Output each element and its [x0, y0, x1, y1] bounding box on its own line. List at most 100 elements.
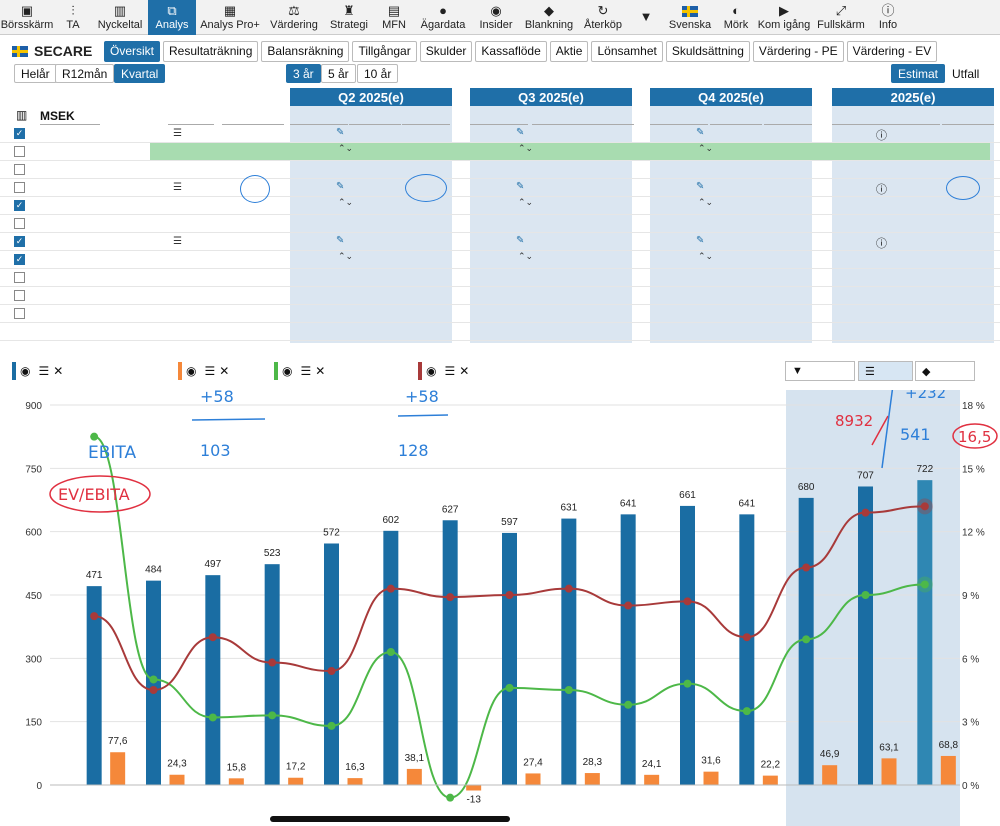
- nav-kom-igång[interactable]: ▶ Kom igång: [756, 0, 812, 35]
- chart-toggle-icon[interactable]: ▥: [16, 108, 27, 122]
- nav-analys-pro-[interactable]: ▦ Analys Pro+: [196, 0, 264, 35]
- series-point[interactable]: [683, 679, 692, 688]
- range-5y-button[interactable]: 5 år: [321, 64, 356, 83]
- nav-mfn[interactable]: ▤ MFN: [374, 0, 414, 35]
- series-point[interactable]: [564, 584, 573, 593]
- series-point[interactable]: [149, 686, 158, 694]
- series-point[interactable]: [505, 591, 514, 599]
- tab-skuldsättning[interactable]: Skuldsättning: [665, 40, 750, 62]
- editable-estimate-cell[interactable]: [650, 215, 708, 233]
- stepper-icon[interactable]: ⌃⌄: [698, 144, 713, 153]
- revenue-bar[interactable]: [383, 530, 399, 785]
- revenue-bar[interactable]: [205, 575, 221, 785]
- tab-skulder[interactable]: Skulder: [419, 40, 473, 62]
- legend-item[interactable]: ◉ ☰ ✕: [274, 361, 325, 381]
- editable-estimate-cell[interactable]: [470, 323, 528, 341]
- nav-ta[interactable]: ⫶ TA: [54, 0, 92, 35]
- stack-icon[interactable]: ☰: [444, 364, 455, 378]
- series-point[interactable]: [742, 707, 751, 716]
- revenue-bar[interactable]: [620, 514, 636, 785]
- profit-bar[interactable]: [466, 785, 482, 791]
- series-point[interactable]: [386, 584, 395, 593]
- nav-blankning[interactable]: ◆ Blankning: [520, 0, 578, 35]
- range-10y-button[interactable]: 10 år: [357, 64, 399, 83]
- series-point[interactable]: [920, 502, 929, 511]
- profit-bar[interactable]: [169, 774, 185, 785]
- tab-kassaflöde[interactable]: Kassaflöde: [475, 40, 547, 62]
- series-point[interactable]: [90, 612, 99, 621]
- profit-bar[interactable]: [762, 775, 778, 785]
- profit-bar[interactable]: [644, 774, 660, 785]
- series-point[interactable]: [683, 597, 692, 606]
- editable-estimate-cell[interactable]: [290, 305, 348, 323]
- series-point[interactable]: [208, 713, 217, 722]
- pencil-icon[interactable]: ✎: [696, 235, 704, 246]
- editable-estimate-cell[interactable]: [290, 161, 348, 179]
- editable-estimate-cell[interactable]: [470, 215, 528, 233]
- nav-nyckeltal[interactable]: ▥ Nyckeltal: [92, 0, 148, 35]
- series-point[interactable]: [386, 648, 395, 656]
- series-point[interactable]: [564, 686, 573, 694]
- row-checkbox[interactable]: ✓: [14, 254, 25, 265]
- series-point[interactable]: [861, 591, 870, 599]
- series-point[interactable]: [446, 593, 455, 602]
- nav-värdering[interactable]: ⚖ Värdering: [264, 0, 324, 35]
- series-point[interactable]: [920, 580, 929, 589]
- editable-estimate-cell[interactable]: [650, 305, 708, 323]
- revenue-bar[interactable]: [739, 514, 755, 785]
- row-checkbox[interactable]: [14, 146, 25, 157]
- chart-mode-enkel-button[interactable]: ◆: [915, 361, 975, 381]
- pencil-icon[interactable]: ✎: [696, 181, 704, 192]
- info-icon[interactable]: ⓘ: [876, 235, 887, 251]
- estimat-button[interactable]: Estimat: [891, 64, 946, 83]
- series-point[interactable]: [208, 633, 217, 642]
- utfall-button[interactable]: Utfall: [946, 64, 986, 83]
- period-kvartal-button[interactable]: Kvartal: [114, 64, 166, 83]
- row-checkbox[interactable]: ✓: [14, 200, 25, 211]
- row-checkbox[interactable]: [14, 272, 25, 283]
- stack-icon[interactable]: ☰: [204, 364, 215, 378]
- tab-lönsamhet[interactable]: Lönsamhet: [591, 40, 663, 62]
- nav-info[interactable]: ⓘ Info: [870, 0, 906, 35]
- row-checkbox[interactable]: [14, 164, 25, 175]
- stack-icon[interactable]: ☰: [300, 364, 311, 378]
- tab-balansräkning[interactable]: Balansräkning: [261, 40, 350, 62]
- nav-fullskärm[interactable]: ⤢ Fullskärm: [812, 0, 870, 35]
- range-3y-button[interactable]: 3 år: [286, 64, 321, 83]
- profit-bar[interactable]: [406, 768, 422, 785]
- series-point[interactable]: [90, 432, 99, 441]
- tab-tillgångar[interactable]: Tillgångar: [352, 40, 417, 62]
- eye-icon[interactable]: ◉: [20, 364, 30, 378]
- nav-strategi[interactable]: ♜ Strategi: [324, 0, 374, 35]
- legend-item[interactable]: ◉ ☰ ✕: [418, 361, 469, 381]
- profit-bar[interactable]: [822, 765, 838, 785]
- profit-bar[interactable]: [347, 778, 363, 785]
- info-icon[interactable]: ⓘ: [876, 127, 887, 143]
- nav-svenska[interactable]: Svenska: [664, 0, 716, 35]
- editable-estimate-cell[interactable]: [650, 161, 708, 179]
- stepper-icon[interactable]: ⌃⌄: [518, 198, 533, 207]
- editable-estimate-cell[interactable]: [650, 269, 708, 287]
- series-point[interactable]: [742, 633, 751, 642]
- legend-item[interactable]: ◉ ☰ ✕: [178, 361, 229, 381]
- stepper-icon[interactable]: ⌃⌄: [698, 252, 713, 261]
- tab-värdering-ev[interactable]: Värdering - EV: [846, 40, 938, 62]
- series-point[interactable]: [802, 635, 811, 644]
- editable-estimate-cell[interactable]: [650, 287, 708, 305]
- nav-ägardata[interactable]: ● Ägardata: [414, 0, 472, 35]
- pencil-icon[interactable]: ✎: [516, 127, 524, 138]
- nav-börsskärm[interactable]: ▣ Börsskärm: [0, 0, 54, 35]
- pencil-icon[interactable]: ✎: [696, 127, 704, 138]
- close-icon[interactable]: ✕: [459, 364, 469, 378]
- series-point[interactable]: [624, 601, 633, 610]
- series-point[interactable]: [624, 700, 633, 709]
- tab-resultaträkning[interactable]: Resultaträkning: [163, 40, 259, 62]
- tab-värdering-pe[interactable]: Värdering - PE: [752, 40, 844, 62]
- eye-icon[interactable]: ◉: [282, 364, 292, 378]
- tab-översikt[interactable]: Översikt: [104, 40, 161, 62]
- stepper-icon[interactable]: ⌃⌄: [338, 252, 353, 261]
- editable-estimate-cell[interactable]: [470, 161, 528, 179]
- revenue-bar[interactable]: [442, 520, 458, 785]
- nav-analys[interactable]: ⧉ Analys: [148, 0, 196, 35]
- row-checkbox[interactable]: [14, 182, 25, 193]
